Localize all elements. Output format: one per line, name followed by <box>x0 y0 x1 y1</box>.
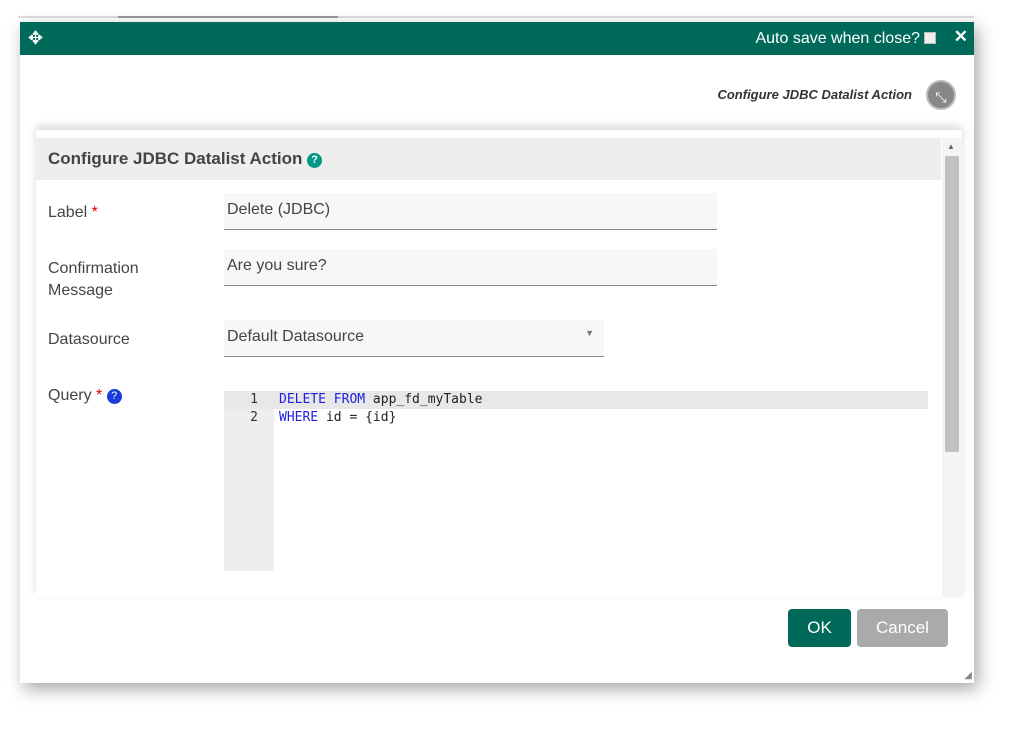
resize-handle-icon[interactable]: ◢ <box>964 670 972 681</box>
auto-save-label: Auto save when close? <box>755 30 920 47</box>
cancel-button[interactable]: Cancel <box>857 609 948 647</box>
help-icon[interactable]: ? <box>106 389 122 404</box>
label-input[interactable]: Delete (JDBC) <box>224 193 717 230</box>
chevron-down-icon: ▼ <box>585 328 594 338</box>
breadcrumb: Configure JDBC Datalist Action <box>717 87 912 102</box>
sql-keyword: WHERE <box>279 410 319 425</box>
query-editor[interactable]: 1 2 DELETE FROM app_fd_myTable WHERE id … <box>224 391 928 571</box>
scrollbar-thumb[interactable] <box>945 156 959 452</box>
query-label: Query <box>48 387 92 404</box>
datasource-select[interactable]: Default Datasource ▼ <box>224 320 604 357</box>
confirmation-field-label: Confirmation Message <box>48 258 139 302</box>
confirmation-label-line2: Message <box>48 282 113 299</box>
ok-button[interactable]: OK <box>788 609 851 647</box>
sql-text: id = {id} <box>318 410 397 425</box>
auto-save-option: Auto save when close? <box>755 30 936 48</box>
confirmation-label-line1: Confirmation <box>48 260 139 277</box>
auto-save-checkbox[interactable] <box>924 32 936 44</box>
shrink-icon[interactable]: ⤡ <box>926 80 956 110</box>
required-marker: * <box>96 387 103 404</box>
required-marker: * <box>91 204 98 221</box>
active-tab-indicator <box>118 16 338 18</box>
sql-text: app_fd_myTable <box>365 392 483 407</box>
close-icon[interactable]: ✕ <box>954 27 968 47</box>
scrollbar[interactable]: ▲ <box>942 138 962 597</box>
datasource-value: Default Datasource <box>227 328 364 345</box>
section-title-text: Configure JDBC Datalist Action <box>48 149 303 168</box>
scroll-up-icon[interactable]: ▲ <box>947 142 955 151</box>
confirmation-input[interactable]: Are you sure? <box>224 249 717 286</box>
line-number: 2 <box>250 410 258 425</box>
help-icon[interactable]: ? <box>307 153 323 168</box>
query-field-label: Query * ? <box>48 385 122 407</box>
datasource-label: Datasource <box>48 331 130 348</box>
label-text: Label <box>48 204 88 221</box>
background-tabs <box>18 16 974 18</box>
sql-keyword: DELETE FROM <box>279 392 366 407</box>
line-number: 1 <box>250 392 258 407</box>
code-line: DELETE FROM app_fd_myTable <box>279 391 483 409</box>
form-panel: Configure JDBC Datalist Action ? ▲ Label… <box>36 130 962 597</box>
dialog: ✥ Auto save when close? ✕ Configure JDBC… <box>20 22 974 683</box>
code-line: WHERE id = {id} <box>279 409 396 427</box>
dialog-titlebar[interactable]: ✥ Auto save when close? ✕ <box>20 22 974 55</box>
move-icon[interactable]: ✥ <box>28 28 43 49</box>
label-field-label: Label * <box>48 202 98 224</box>
section-title: Configure JDBC Datalist Action ? <box>36 138 941 180</box>
